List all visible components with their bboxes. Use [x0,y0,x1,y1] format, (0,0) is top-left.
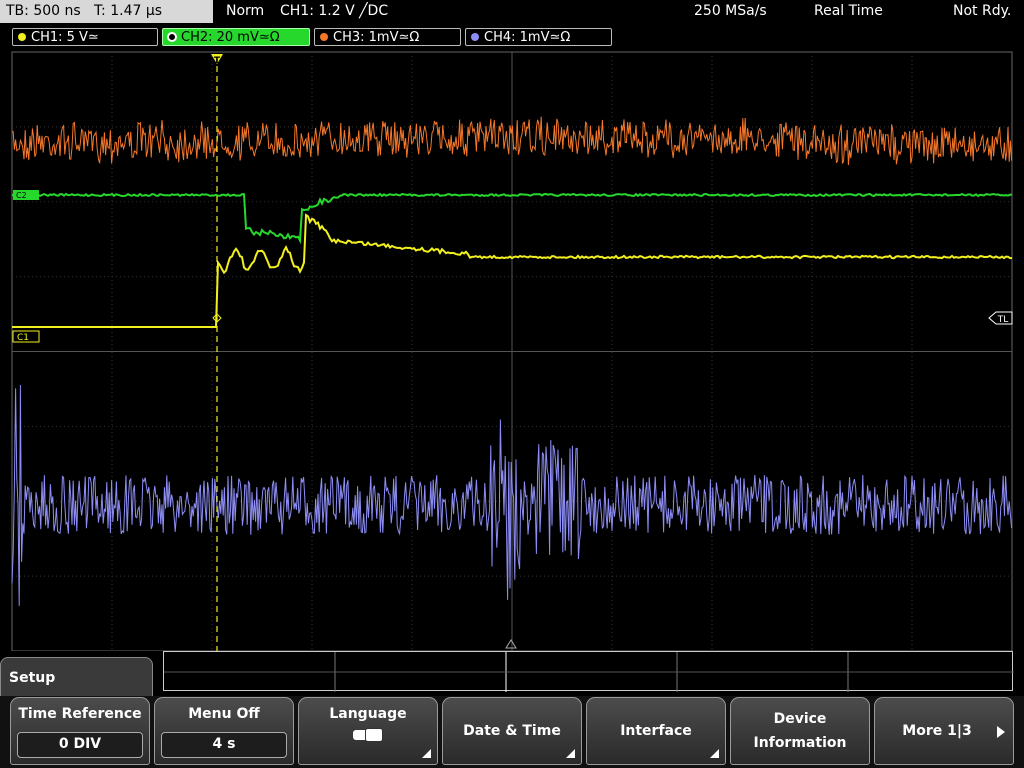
time-reference-value: 0 DIV [17,732,143,758]
ch4-color-dot [471,33,479,41]
ch3-label: CH3: 1mV≃Ω [333,30,420,45]
trigger-marker-label: T [214,56,221,66]
run-state: Not Rdy. [953,3,1012,19]
menu-off-label: Menu Off [188,706,260,722]
speech-bubbles-icon [353,728,383,744]
ch2-ground-label: C2 [16,191,27,200]
ch2-label: CH2: 20 mV≃Ω [181,30,280,45]
interface-button[interactable]: Interface [586,697,726,765]
ch1-color-dot [18,33,26,41]
date-time-label: Date & Time [463,723,561,739]
channel-chip-ch1[interactable]: CH1: 5 V≃ [12,28,158,46]
menu-title: Setup [9,670,56,686]
waveform-display[interactable]: T TL C1 C2 [0,48,1024,651]
status-bar: TB: 500 ns T: 1.47 µs Norm CH1: 1.2 V ╱D… [0,0,1024,26]
date-time-button[interactable]: Date & Time [442,697,582,765]
submenu-corner-icon [710,749,719,758]
channel-chip-ch3[interactable]: CH3: 1mV≃Ω [314,28,461,46]
chevron-right-icon [997,726,1005,738]
sample-rate: 250 MSa/s [694,3,767,19]
menu-off-value: 4 s [161,732,287,758]
submenu-corner-icon [566,749,575,758]
timebase-value: TB: 500 ns [6,3,81,19]
menu-off-button[interactable]: Menu Off 4 s [154,697,294,765]
channel-bar: CH1: 5 V≃ CH2: 20 mV≃Ω CH3: 1mV≃Ω CH4: 1… [0,26,1024,48]
ch2-color-dot [167,32,177,42]
acquisition-mode[interactable]: Real Time [814,0,883,23]
horizontal-position-icon[interactable] [505,639,517,649]
interface-label: Interface [620,723,692,739]
language-label: Language [329,706,407,722]
device-information-button[interactable]: Device Information [730,697,870,765]
device-information-label-line1: Device [773,711,827,727]
channel-chip-ch2[interactable]: CH2: 20 mV≃Ω [162,28,310,46]
time-reference-button[interactable]: Time Reference 0 DIV [10,697,150,765]
language-button[interactable]: Language [298,697,438,765]
menu-title-tab: Setup [0,657,153,697]
ch3-color-dot [320,33,328,41]
trigger-mode[interactable]: Norm [226,0,264,23]
trigger-level-label: TL [997,315,1009,325]
ch1-ground-label: C1 [17,333,29,343]
trigger-source[interactable]: CH1: 1.2 V ╱DC [280,0,388,23]
ch1-label: CH1: 5 V≃ [31,30,99,45]
more-button[interactable]: More 1|3 [874,697,1014,765]
submenu-corner-icon [422,749,431,758]
ch4-label: CH4: 1mV≃Ω [484,30,571,45]
trigger-time-value: T: 1.47 µs [94,3,163,19]
timebase-box[interactable]: TB: 500 ns T: 1.47 µs [0,0,213,23]
overview-window [163,651,1014,692]
device-information-label-line2: Information [753,735,847,751]
softkey-row: Time Reference 0 DIV Menu Off 4 s Langua… [0,696,1024,768]
more-label: More 1|3 [902,723,972,739]
time-reference-label: Time Reference [18,706,142,722]
channel-chip-ch4[interactable]: CH4: 1mV≃Ω [465,28,612,46]
